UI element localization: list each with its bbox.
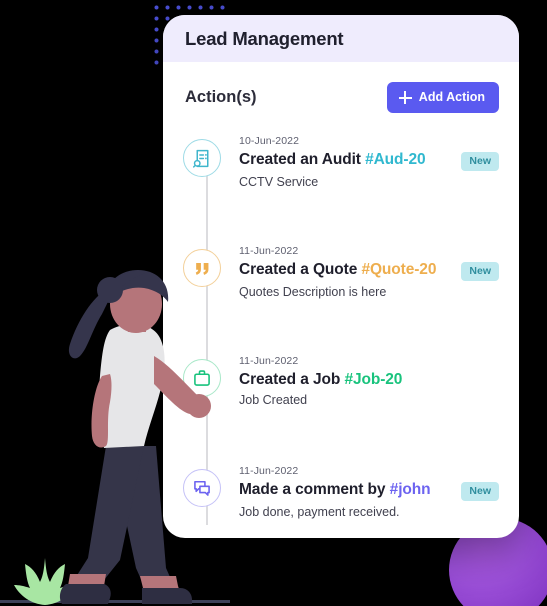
list-item-content: 11-Jun-2022 Created a Job #Job-20 Job Cr… (239, 353, 499, 407)
item-description: Quotes Description is here (239, 284, 387, 299)
item-reference[interactable]: #Job-20 (344, 371, 402, 388)
actions-section-label: Action(s) (185, 88, 257, 106)
item-title: Created a Job #Job-20 (239, 370, 402, 389)
item-date: 11-Jun-2022 (239, 465, 299, 477)
add-action-label: Add Action (418, 90, 485, 105)
item-title: Made a comment by #john (239, 480, 431, 499)
card-header: Lead Management (163, 15, 519, 62)
page-stage: Lead Management Action(s) Add Action 10-… (0, 0, 547, 606)
item-date: 10-Jun-2022 (239, 135, 300, 147)
item-title-text: Made a comment by (239, 481, 386, 498)
item-title-text: Created a Job (239, 371, 341, 388)
add-action-button[interactable]: Add Action (386, 82, 499, 113)
list-item-content: 11-Jun-2022 Created a Quote #Quote-20 Ne… (239, 243, 499, 299)
page-title: Lead Management (185, 27, 344, 49)
item-title: Created a Quote #Quote-20 (239, 260, 436, 279)
person-illustration (59, 270, 211, 604)
status-badge: New (461, 262, 499, 281)
plus-icon (398, 91, 412, 104)
list-item-content: 10-Jun-2022 Created an Audit #Aud-20 New… (239, 133, 499, 189)
status-badge: New (461, 152, 499, 171)
list-item-content: 11-Jun-2022 Made a comment by #john New … (239, 463, 499, 519)
list-item[interactable]: 10-Jun-2022 Created an Audit #Aud-20 New… (183, 133, 499, 243)
item-title: Created an Audit #Aud-20 (239, 150, 426, 169)
item-description: CCTV Service (239, 174, 319, 189)
audit-document-search-icon (192, 149, 208, 168)
timeline-marker (183, 139, 221, 177)
item-reference[interactable]: #john (390, 481, 431, 498)
status-badge: New (461, 482, 499, 501)
actions-toolbar: Action(s) Add Action (183, 78, 499, 113)
item-description: Job done, payment received. (239, 504, 400, 519)
item-description: Job Created (239, 393, 308, 408)
item-date: 11-Jun-2022 (239, 355, 299, 367)
item-reference[interactable]: #Quote-20 (361, 261, 436, 278)
item-title-text: Created a Quote (239, 261, 358, 278)
item-reference[interactable]: #Aud-20 (365, 151, 426, 168)
item-title-text: Created an Audit (239, 151, 361, 168)
item-date: 11-Jun-2022 (239, 245, 299, 257)
